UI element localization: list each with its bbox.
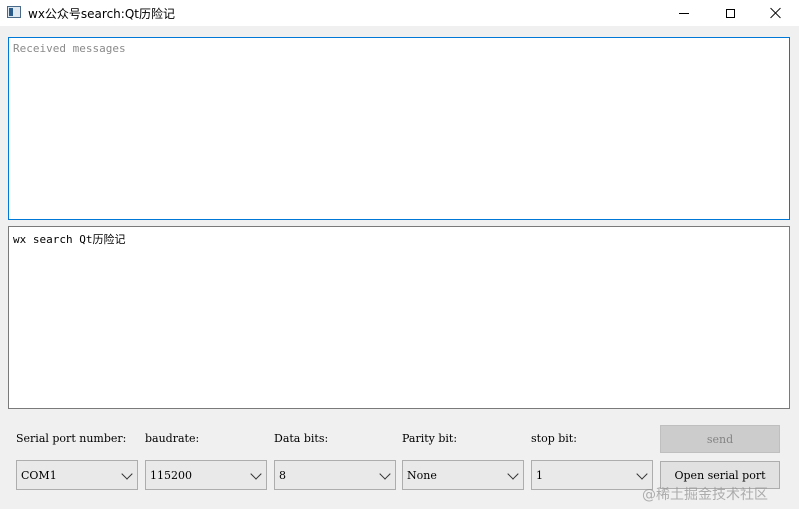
- parity-bit-select[interactable]: None: [402, 460, 524, 490]
- baudrate-value: 115200: [150, 469, 192, 482]
- send-message-text: wx search Qt历险记: [13, 233, 126, 246]
- window-title: wx公众号search:Qt历险记: [28, 7, 175, 21]
- send-message-textarea[interactable]: wx search Qt历险记: [8, 226, 790, 409]
- baudrate-label: baudrate:: [145, 432, 200, 445]
- chevron-down-icon: [636, 468, 648, 480]
- maximize-icon: [725, 8, 735, 18]
- baudrate-select[interactable]: 115200: [145, 460, 267, 490]
- stop-bit-value: 1: [536, 469, 543, 482]
- watermark: @稀土掘金技术社区: [642, 487, 768, 503]
- minimize-button[interactable]: [661, 0, 707, 26]
- maximize-button[interactable]: [707, 0, 753, 26]
- title-bar: wx公众号search:Qt历险记: [0, 0, 799, 26]
- chevron-down-icon: [507, 468, 519, 480]
- parity-bit-label: Parity bit:: [402, 432, 458, 445]
- chevron-down-icon: [250, 468, 262, 480]
- data-bits-select[interactable]: 8: [274, 460, 396, 490]
- chevron-down-icon: [121, 468, 133, 480]
- serial-port-select[interactable]: COM1: [16, 460, 138, 490]
- minimize-icon: [679, 12, 689, 14]
- serial-port-value: COM1: [21, 469, 57, 482]
- parity-bit-value: None: [407, 469, 437, 482]
- serial-port-label: Serial port number:: [16, 432, 127, 445]
- received-messages-placeholder: Received messages: [13, 42, 126, 55]
- close-button[interactable]: [753, 0, 799, 26]
- stop-bit-label: stop bit:: [531, 432, 577, 445]
- stop-bit-select[interactable]: 1: [531, 460, 653, 490]
- data-bits-value: 8: [279, 469, 286, 482]
- chevron-down-icon: [379, 468, 391, 480]
- data-bits-label: Data bits:: [274, 432, 329, 445]
- send-button[interactable]: send: [660, 425, 780, 453]
- app-window-icon: [7, 6, 21, 18]
- received-messages-textarea[interactable]: Received messages: [8, 37, 790, 220]
- close-icon: [770, 7, 782, 19]
